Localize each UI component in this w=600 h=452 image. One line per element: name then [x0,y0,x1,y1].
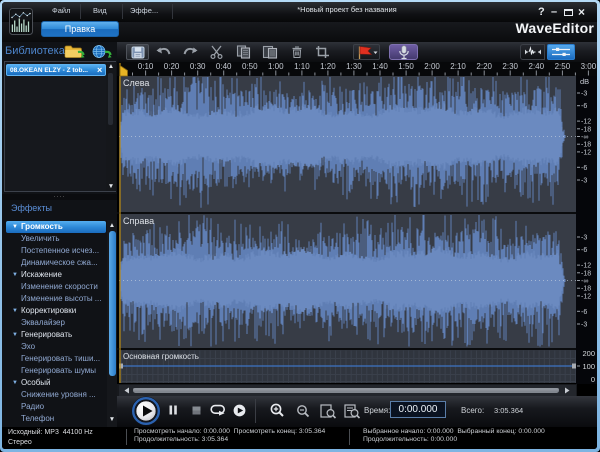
svg-text:-∞: -∞ [581,278,588,285]
svg-text:dB: dB [580,77,589,86]
svg-text:1:20: 1:20 [320,62,336,71]
svg-text:0:20: 0:20 [164,62,180,71]
svg-text:0:40: 0:40 [216,62,232,71]
svg-text:-3: -3 [581,178,587,185]
svg-text:-18: -18 [581,142,591,149]
svg-text:-18: -18 [581,126,591,133]
svg-text:-18: -18 [581,270,591,277]
svg-text:-12: -12 [581,149,591,156]
svg-text:-6: -6 [581,103,587,110]
svg-text:-∞: -∞ [581,134,588,141]
svg-text:-18: -18 [581,286,591,293]
svg-text:1:10: 1:10 [294,62,310,71]
svg-text:100: 100 [582,362,595,371]
svg-text:-3: -3 [581,235,587,242]
svg-text:2:40: 2:40 [529,62,545,71]
svg-text:Слева: Слева [123,78,149,88]
svg-text:-6: -6 [581,247,587,254]
svg-text:0:10: 0:10 [138,62,154,71]
svg-text:2:10: 2:10 [450,62,466,71]
svg-text:-6: -6 [581,309,587,316]
svg-text:-3: -3 [581,91,587,98]
svg-text:2:00: 2:00 [424,62,440,71]
svg-text:2:20: 2:20 [476,62,492,71]
svg-text:1:40: 1:40 [372,62,388,71]
svg-text:0:50: 0:50 [242,62,258,71]
svg-text:Справа: Справа [123,216,154,226]
svg-text:-12: -12 [581,263,591,270]
svg-text:Основная громкость: Основная громкость [123,352,199,361]
svg-text:200: 200 [582,349,595,358]
svg-text:2:50: 2:50 [555,62,571,71]
svg-text:-12: -12 [581,293,591,300]
svg-text:0: 0 [591,375,595,384]
svg-text:-3: -3 [581,322,587,329]
svg-text:1:30: 1:30 [346,62,362,71]
svg-text:-12: -12 [581,119,591,126]
svg-text:1:00: 1:00 [268,62,284,71]
svg-text:3:00: 3:00 [581,62,597,71]
svg-text:0:30: 0:30 [190,62,206,71]
svg-text:1:50: 1:50 [398,62,414,71]
svg-text:-6: -6 [581,165,587,172]
svg-text:2:30: 2:30 [502,62,518,71]
